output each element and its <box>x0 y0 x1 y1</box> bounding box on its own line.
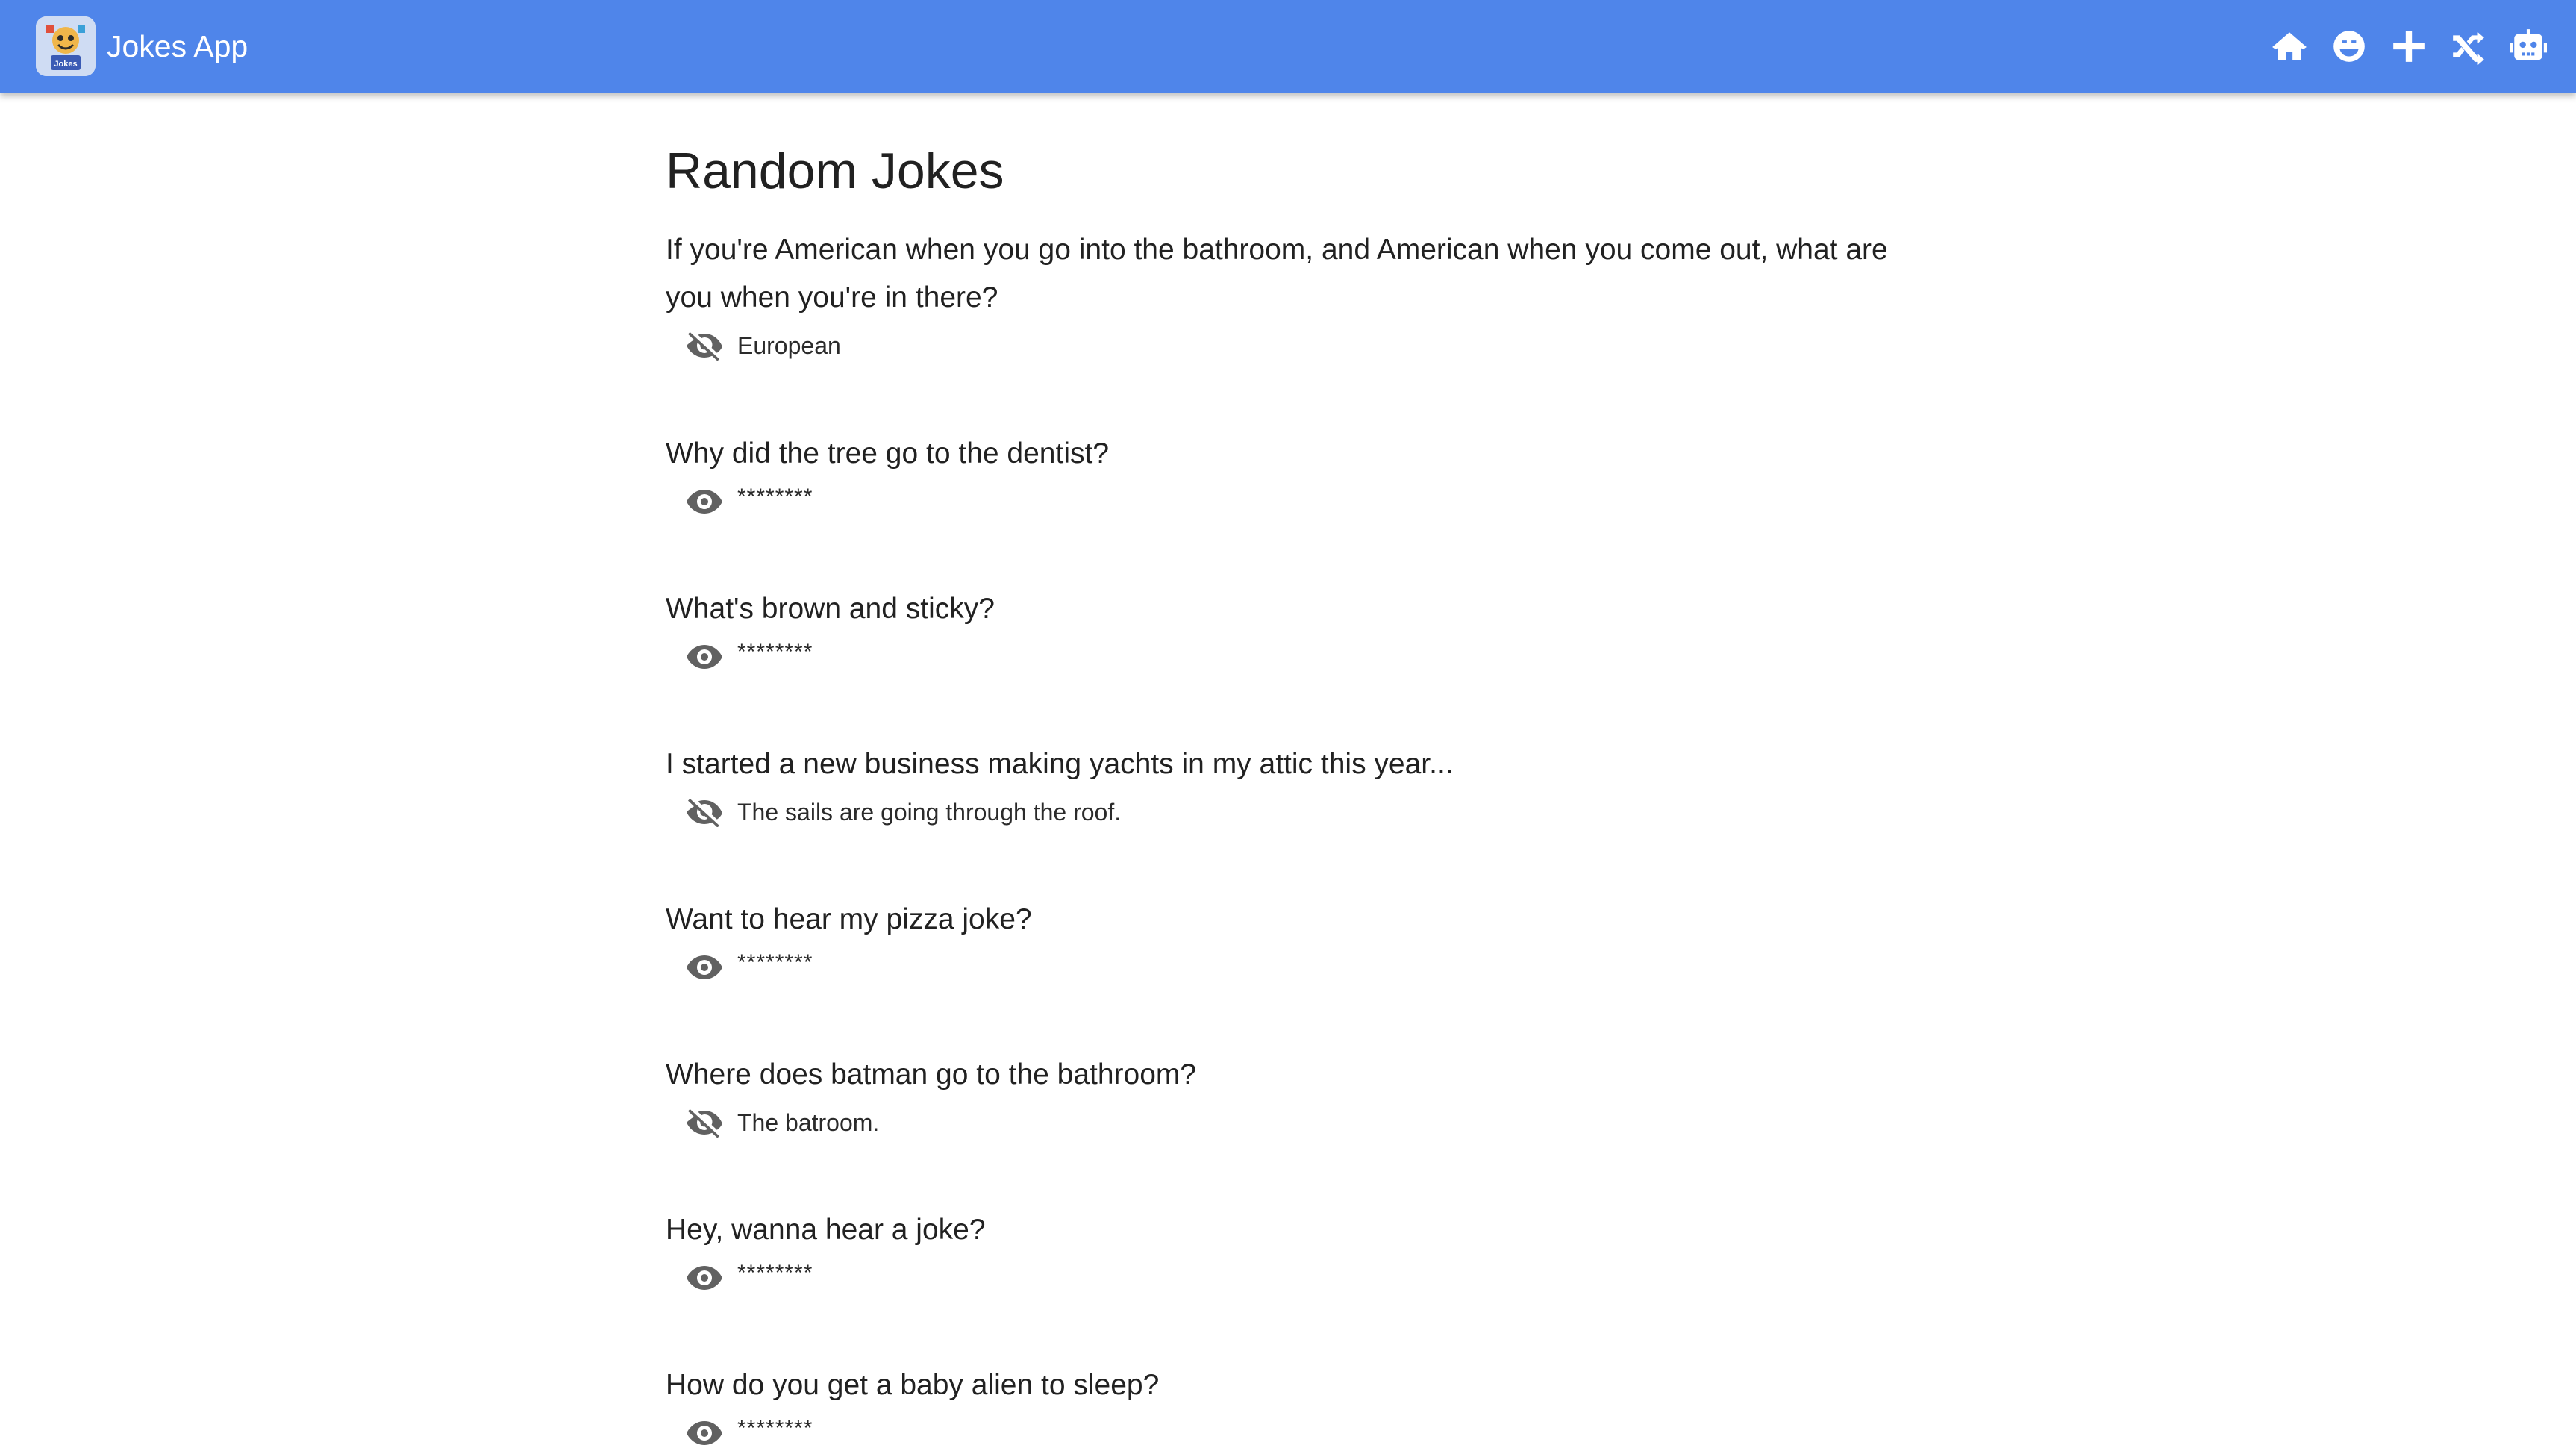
smile-icon[interactable] <box>2330 24 2369 69</box>
eye-icon <box>685 642 724 672</box>
joke-answer-row: The batroom. <box>666 1102 1912 1143</box>
joke-item: Hey, wanna hear a joke? ******** <box>666 1206 1912 1299</box>
show-answer-button[interactable] <box>681 1412 728 1454</box>
hide-answer-button[interactable] <box>681 325 728 366</box>
joke-item: What's brown and sticky? ******** <box>666 585 1912 678</box>
show-answer-button[interactable] <box>681 1257 728 1299</box>
joke-question: Hey, wanna hear a joke? <box>666 1214 986 1246</box>
plus-icon[interactable] <box>2389 24 2428 69</box>
eye-icon <box>685 1263 724 1293</box>
joke-answer: ******** <box>737 484 813 509</box>
robot-icon[interactable] <box>2509 24 2548 69</box>
show-answer-button[interactable] <box>681 946 728 988</box>
joke-answer-row: ******** <box>666 481 1912 522</box>
joke-item: Why did the tree go to the dentist? *****… <box>666 430 1912 522</box>
app-title[interactable]: Jokes App <box>107 27 248 66</box>
joke-item: If you're American when you go into the … <box>666 226 1912 366</box>
eye-icon <box>685 1418 724 1448</box>
joke-question: What's brown and sticky? <box>666 593 995 625</box>
joke-question: How do you get a baby alien to sleep? <box>666 1369 1160 1401</box>
joke-item: Where does batman go to the bathroom? The… <box>666 1051 1912 1143</box>
show-answer-button[interactable] <box>681 481 728 522</box>
joke-question: If you're American when you go into the … <box>666 234 1888 313</box>
eye-slash-icon <box>685 1108 724 1138</box>
joke-answer-row: ******** <box>666 636 1912 678</box>
eye-icon <box>685 952 724 982</box>
joke-answer-row: ******** <box>666 1257 1912 1299</box>
page-title: Random Jokes <box>666 143 1004 199</box>
joke-answer-row: ******** <box>666 946 1912 988</box>
joke-item: I started a new business making yachts i… <box>666 740 1912 833</box>
eye-slash-icon <box>685 797 724 827</box>
joke-question: I started a new business making yachts i… <box>666 748 1454 780</box>
shuffle-icon[interactable] <box>2449 24 2488 69</box>
joke-answer: ******** <box>737 950 813 975</box>
top-nav <box>2270 24 2548 69</box>
joke-item: Want to hear my pizza joke? ******** <box>666 896 1912 988</box>
joke-answer-row: The sails are going through the roof. <box>666 791 1912 833</box>
eye-icon <box>685 487 724 517</box>
joke-question: Why did the tree go to the dentist? <box>666 437 1110 469</box>
hide-answer-button[interactable] <box>681 791 728 833</box>
joke-question: Where does batman go to the bathroom? <box>666 1058 1197 1090</box>
eye-slash-icon <box>685 331 724 361</box>
show-answer-button[interactable] <box>681 636 728 678</box>
joke-question: Want to hear my pizza joke? <box>666 903 1032 935</box>
joke-answer: The batroom. <box>737 1109 880 1136</box>
joke-answer: European <box>737 332 841 359</box>
joke-answer: ******** <box>737 640 813 664</box>
joke-item: How do you get a baby alien to sleep? ***… <box>666 1361 1912 1454</box>
joke-answer: ******** <box>737 1261 813 1285</box>
app-bar: Jokes Jokes App <box>0 0 2576 93</box>
joke-answer-row: European <box>666 325 1912 366</box>
home-icon[interactable] <box>2270 24 2309 69</box>
svg-text:Jokes: Jokes <box>54 60 77 69</box>
joke-answer: The sails are going through the roof. <box>737 799 1122 826</box>
hide-answer-button[interactable] <box>681 1102 728 1143</box>
joke-answer: ******** <box>737 1416 813 1441</box>
joke-answer-row: ******** <box>666 1412 1912 1454</box>
jokes-app-logo[interactable]: Jokes <box>36 16 96 76</box>
